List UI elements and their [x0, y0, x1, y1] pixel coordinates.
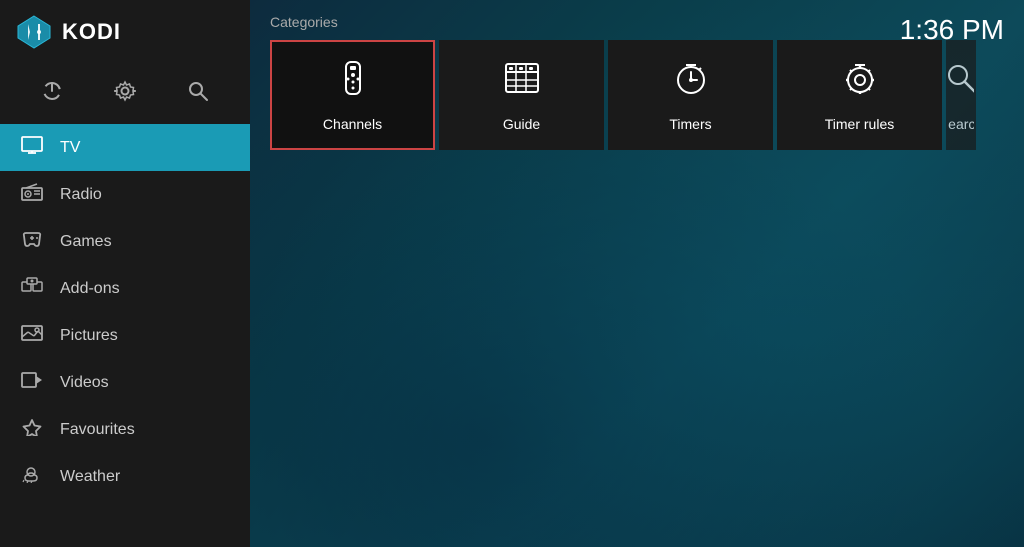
category-search[interactable]: Search [946, 40, 976, 150]
sidebar-item-label-videos: Videos [60, 374, 109, 392]
timer-rules-label: Timer rules [825, 116, 895, 132]
search-button[interactable] [181, 74, 215, 108]
sidebar-item-games[interactable]: Games [0, 218, 250, 265]
sidebar-item-label-radio: Radio [60, 186, 102, 204]
videos-icon [20, 371, 44, 394]
radio-icon [20, 183, 44, 206]
power-icon [41, 80, 63, 102]
sidebar-item-radio[interactable]: Radio [0, 171, 250, 218]
category-guide[interactable]: Guide [439, 40, 604, 150]
sidebar-item-addons[interactable]: Add-ons [0, 265, 250, 312]
sidebar-item-weather[interactable]: Weather [0, 453, 250, 500]
categories-grid: Channels Guide [250, 40, 1024, 150]
nav-list: TV Radio [0, 124, 250, 547]
power-button[interactable] [35, 74, 69, 108]
pictures-icon [20, 324, 44, 347]
sidebar-item-favourites[interactable]: Favourites [0, 406, 250, 453]
timer-rules-icon [840, 58, 880, 106]
sidebar-item-label-tv: TV [60, 139, 80, 157]
kodi-logo-icon [16, 14, 52, 50]
category-channels[interactable]: Channels [270, 40, 435, 150]
search-cat-icon [946, 58, 976, 106]
sidebar-item-label-weather: Weather [60, 468, 120, 486]
sidebar-item-videos[interactable]: Videos [0, 359, 250, 406]
sidebar-header: KODI [0, 0, 250, 64]
sidebar-toolbar [0, 64, 250, 124]
channels-icon [333, 58, 373, 106]
timers-label: Timers [669, 116, 711, 132]
sidebar-item-label-favourites: Favourites [60, 421, 135, 439]
app-title: KODI [62, 19, 121, 45]
weather-icon [20, 465, 44, 488]
sidebar-item-label-games: Games [60, 233, 112, 251]
sidebar-item-label-addons: Add-ons [60, 280, 120, 298]
category-timer-rules[interactable]: Timer rules [777, 40, 942, 150]
clock-display: 1:36 PM [900, 14, 1004, 46]
sidebar-item-tv[interactable]: TV [0, 124, 250, 171]
main-content: 1:36 PM Categories Channels [250, 0, 1024, 547]
guide-icon [502, 58, 542, 106]
settings-button[interactable] [108, 74, 142, 108]
sidebar: KODI [0, 0, 250, 547]
addons-icon [20, 277, 44, 300]
timers-icon [671, 58, 711, 106]
tv-icon [20, 136, 44, 159]
sidebar-item-pictures[interactable]: Pictures [0, 312, 250, 359]
search-icon [187, 80, 209, 102]
search-label: Search [946, 116, 976, 132]
category-timers[interactable]: Timers [608, 40, 773, 150]
games-icon [20, 230, 44, 253]
guide-label: Guide [503, 116, 540, 132]
sidebar-item-label-pictures: Pictures [60, 327, 118, 345]
settings-icon [114, 80, 136, 102]
favourites-icon [20, 418, 44, 441]
channels-label: Channels [323, 116, 382, 132]
